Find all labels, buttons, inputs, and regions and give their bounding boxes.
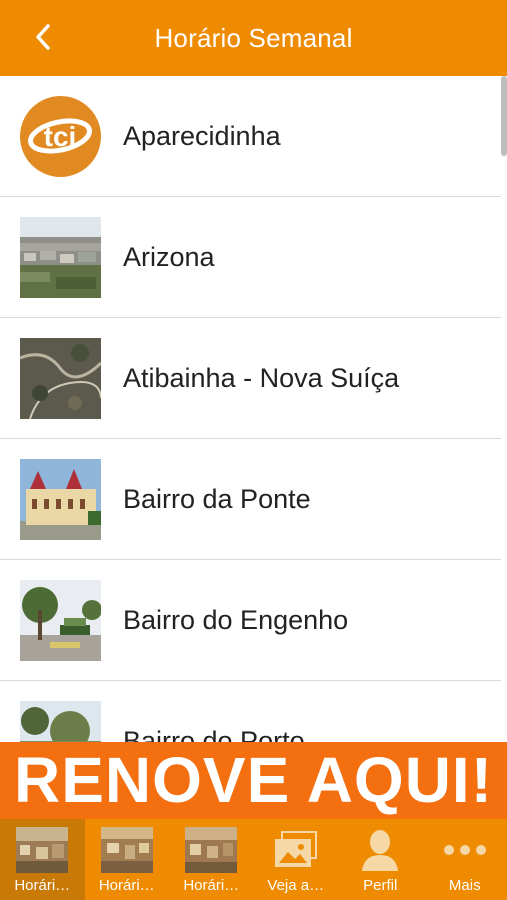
list-item-label: Bairro do Engenho [123, 605, 349, 635]
list-item-bairro-da-ponte[interactable]: Bairro da Ponte [0, 439, 501, 560]
list-item-arizona[interactable]: Arizona [0, 197, 501, 318]
tab-horario-3[interactable]: Horári… [169, 819, 254, 900]
gallery-icon [270, 826, 322, 874]
logo-text: tci [44, 121, 77, 152]
renew-banner[interactable]: RENOVE AQUI! [0, 742, 507, 819]
list-item-label: Bairro da Ponte [123, 484, 311, 514]
aerial-photo-icon [20, 338, 101, 419]
list-item-label: Bairro do Porto [123, 726, 305, 742]
tab-label: Horári… [14, 877, 71, 894]
scrollbar-thumb[interactable] [501, 76, 507, 156]
neighborhood-list[interactable]: tci Aparecidinha Arizona Atibainha - Nov… [0, 76, 501, 742]
list-item-label: Aparecidinha [123, 121, 281, 151]
tab-label: Mais [448, 877, 481, 894]
tab-label: Horári… [98, 877, 155, 894]
trees-photo-icon [20, 701, 101, 742]
city-thumbnail-icon [185, 826, 238, 874]
tci-logo-icon: tci [20, 96, 101, 177]
list-item-atibainha[interactable]: Atibainha - Nova Suíça [0, 318, 501, 439]
page-title: Horário Semanal [154, 22, 353, 53]
city-thumbnail-icon [100, 826, 153, 874]
banner-text: RENOVE AQUI! [14, 744, 493, 816]
tab-label: Horári… [183, 877, 240, 894]
tab-bar: Horári… Horári… Horári… Veja a… Perfil M… [0, 819, 507, 900]
tab-perfil[interactable]: Perfil [338, 819, 423, 900]
person-icon [354, 826, 406, 874]
tab-horario-2[interactable]: Horári… [85, 819, 170, 900]
tab-horario-1[interactable]: Horári… [0, 819, 85, 900]
list-scrollbar[interactable] [501, 76, 507, 742]
list-item-aparecidinha[interactable]: tci Aparecidinha [0, 76, 501, 197]
building-photo-icon [20, 459, 101, 540]
back-button[interactable] [26, 20, 60, 54]
tab-veja[interactable]: Veja a… [254, 819, 339, 900]
plaza-photo-icon [20, 580, 101, 661]
tab-label: Veja a… [267, 877, 325, 894]
chevron-left-icon [36, 24, 50, 50]
nav-header: Horário Semanal [0, 0, 507, 76]
city-photo-icon [20, 217, 101, 298]
tab-mais[interactable]: Mais [423, 819, 507, 900]
tab-label: Perfil [363, 877, 398, 894]
list-item-label: Atibainha - Nova Suíça [123, 363, 400, 393]
more-dots-icon [439, 826, 491, 874]
list-item-bairro-do-porto[interactable]: Bairro do Porto [0, 681, 501, 742]
list-item-label: Arizona [123, 242, 215, 272]
city-thumbnail-icon [16, 826, 69, 874]
list-item-bairro-do-engenho[interactable]: Bairro do Engenho [0, 560, 501, 681]
